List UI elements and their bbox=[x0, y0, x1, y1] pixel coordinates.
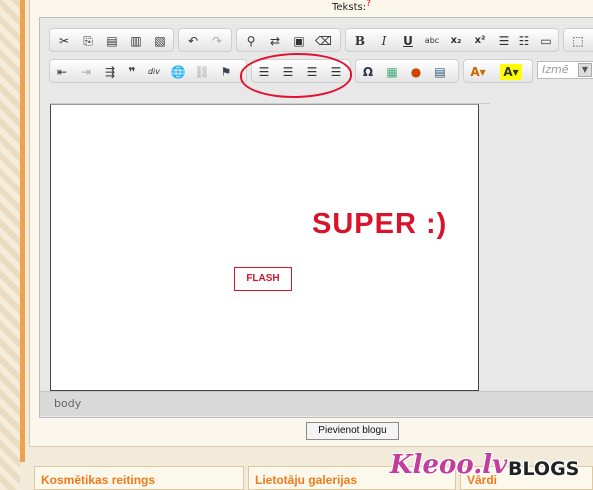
image-icon[interactable]: ▦ bbox=[384, 64, 400, 80]
anchor-flag-icon[interactable]: ⚑ bbox=[218, 64, 234, 80]
toolbar-group-insert: Ω ▦ ● ▤ bbox=[355, 59, 459, 83]
toolbar-row-1: ✂ ⎘ ▤ ▥ ▧ ↶ ↷ ⚲ ⇄ ▣ ⌫ B I U abc x₂ x² ☰ … bbox=[49, 28, 593, 52]
bold-button[interactable]: B bbox=[352, 33, 368, 49]
toolbar-group-clipboard: ✂ ⎘ ▤ ▥ ▧ bbox=[49, 28, 174, 52]
chevron-down-icon[interactable]: ▼ bbox=[578, 63, 592, 77]
special-char-icon[interactable]: Ω bbox=[360, 64, 376, 80]
copy-icon[interactable]: ⎘ bbox=[80, 33, 96, 49]
numbered-list-icon[interactable]: ☰ bbox=[496, 33, 512, 49]
font-size-select[interactable]: Izmē ▼ bbox=[537, 61, 593, 79]
replace-icon[interactable]: ⇄ bbox=[267, 33, 283, 49]
field-label-text: Teksts: bbox=[332, 2, 367, 13]
field-label: Teksts:? bbox=[332, 0, 371, 13]
blockquote-icon[interactable]: ❞ bbox=[124, 64, 140, 80]
toolbar-group-colors: A▾ A▾ bbox=[463, 59, 533, 83]
toolbar-group-find: ⚲ ⇄ ▣ ⌫ bbox=[236, 28, 341, 52]
indent-icon[interactable]: ⇥ bbox=[78, 64, 94, 80]
brand-logo: Kleoo.lv bbox=[390, 450, 508, 480]
add-blog-button[interactable]: Pievienot blogu bbox=[306, 422, 399, 440]
element-path-bar: body bbox=[40, 391, 593, 416]
table-icon[interactable]: ▤ bbox=[432, 64, 448, 80]
cut-icon[interactable]: ✂ bbox=[56, 33, 72, 49]
link-icon[interactable]: 🌐 bbox=[170, 64, 186, 80]
font-size-placeholder: Izmē bbox=[542, 63, 569, 76]
horizontal-rule-icon[interactable]: ▭ bbox=[538, 33, 554, 49]
redo-icon[interactable]: ↷ bbox=[209, 33, 225, 49]
unlink-icon[interactable]: ⛓ bbox=[194, 64, 210, 80]
paste-icon[interactable]: ▤ bbox=[104, 33, 120, 49]
bg-color-icon[interactable]: A▾ bbox=[500, 64, 522, 80]
underline-button[interactable]: U bbox=[400, 33, 416, 49]
text-color-icon[interactable]: A▾ bbox=[468, 64, 488, 80]
paste-text-icon[interactable]: ▥ bbox=[128, 33, 144, 49]
div-container-icon[interactable]: div bbox=[146, 64, 162, 80]
flash-placeholder[interactable]: FLASH bbox=[234, 267, 292, 291]
toolbar-group-blocks: ⇤ ⇥ ⇶ ❞ div 🌐 ⛓ ⚑ bbox=[49, 59, 247, 83]
brand-suffix: BLOGS bbox=[508, 458, 580, 480]
paste-word-icon[interactable]: ▧ bbox=[152, 33, 168, 49]
indent-more-icon[interactable]: ⇶ bbox=[102, 64, 118, 80]
italic-button[interactable]: I bbox=[376, 33, 392, 49]
toolbar-group-format: B I U abc x₂ x² ☰ ☷ ▭ bbox=[345, 28, 559, 52]
find-icon[interactable]: ⚲ bbox=[243, 33, 259, 49]
required-mark: ? bbox=[366, 0, 371, 9]
strikethrough-button[interactable]: abc bbox=[424, 33, 440, 49]
maximize-icon[interactable]: ⬚ bbox=[570, 33, 586, 49]
outdent-icon[interactable]: ⇤ bbox=[54, 64, 70, 80]
footer-box-cosmetics[interactable]: Kosmētikas reitings bbox=[34, 466, 244, 490]
page-border-ornament bbox=[0, 0, 20, 490]
editor-content-area[interactable]: SUPER :) FLASH bbox=[50, 104, 479, 391]
toolbar-group-history: ↶ ↷ bbox=[178, 28, 232, 52]
superscript-button[interactable]: x² bbox=[472, 33, 488, 49]
toolbar-group-tools: ⬚ bbox=[563, 28, 593, 52]
bulleted-list-icon[interactable]: ☷ bbox=[516, 33, 532, 49]
remove-format-icon[interactable]: ⌫ bbox=[315, 33, 332, 49]
content-headline: SUPER :) bbox=[312, 208, 448, 240]
accent-sideline bbox=[20, 0, 25, 462]
element-path[interactable]: body bbox=[54, 397, 81, 410]
select-all-icon[interactable]: ▣ bbox=[291, 33, 307, 49]
undo-icon[interactable]: ↶ bbox=[185, 33, 201, 49]
flash-icon[interactable]: ● bbox=[408, 64, 424, 80]
subscript-button[interactable]: x₂ bbox=[448, 33, 464, 49]
